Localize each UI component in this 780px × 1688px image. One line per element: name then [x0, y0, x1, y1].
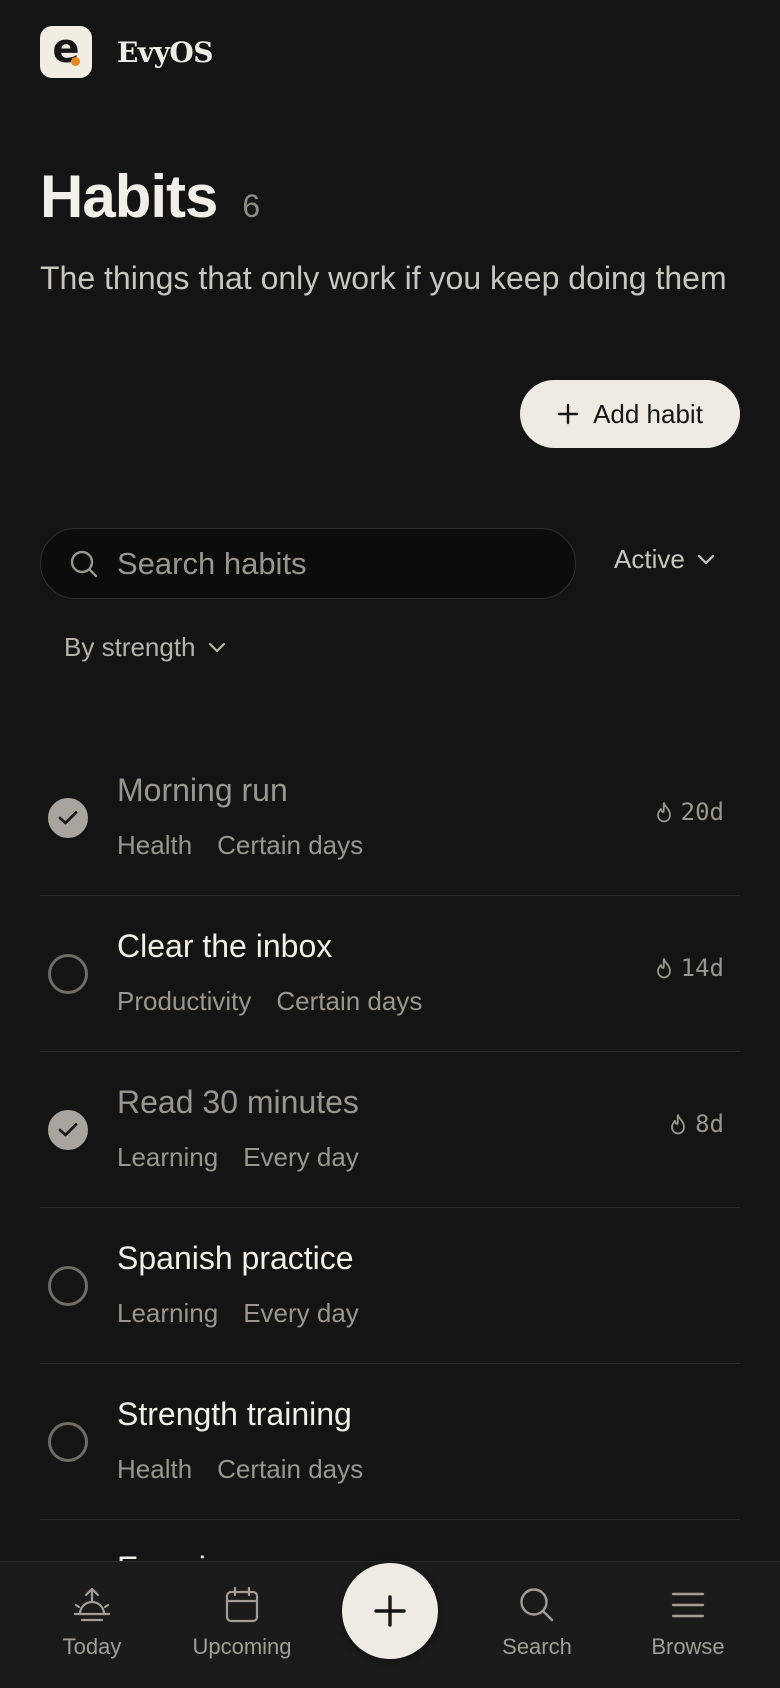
habit-checkbox[interactable] [48, 798, 88, 838]
status-filter-label: Active [614, 544, 685, 574]
search-icon [70, 550, 98, 577]
flame-icon [656, 958, 671, 979]
add-fab-button[interactable] [342, 1563, 438, 1659]
nav-item-today[interactable]: Today [22, 1586, 162, 1660]
habit-checkbox[interactable] [48, 1266, 88, 1306]
logo-dot [71, 57, 80, 66]
habit-streak: 20d [655, 798, 724, 826]
nav-item-browse[interactable]: Browse [618, 1586, 758, 1660]
habit-row[interactable]: Morning run Health Certain days 20d [40, 740, 740, 896]
habit-schedule: Every day [243, 1142, 359, 1172]
nav-label: Search [502, 1634, 572, 1659]
search-icon [520, 1588, 554, 1622]
page-subtitle: The things that only work if you keep do… [40, 260, 727, 296]
habit-streak: 8d [669, 1110, 724, 1138]
habit-checkbox[interactable] [48, 1422, 88, 1462]
app-logo[interactable]: e [40, 26, 92, 78]
habit-name: Morning run [117, 772, 288, 808]
streak-value: 14d [680, 954, 724, 982]
sort-label: By strength [64, 632, 196, 662]
habit-count: 6 [242, 188, 261, 224]
habit-row[interactable]: Strength training Health Certain days [40, 1364, 740, 1520]
sunrise-icon [73, 1587, 111, 1622]
habit-name: Read 30 minutes [117, 1084, 359, 1120]
status-filter-dropdown[interactable]: Active [614, 544, 715, 575]
chevron-down-icon [697, 554, 714, 564]
habit-checkbox[interactable] [48, 954, 88, 994]
streak-value: 8d [695, 1110, 724, 1138]
habit-category: Learning [117, 1298, 219, 1328]
habit-name: Clear the inbox [117, 928, 333, 964]
habit-schedule: Certain days [276, 986, 423, 1016]
nav-label: Browse [651, 1634, 725, 1659]
nav-item-search[interactable]: Search [467, 1586, 607, 1660]
sort-dropdown[interactable]: By strength [64, 632, 226, 663]
search-input[interactable] [117, 545, 537, 582]
title-row: Habits 6 [40, 162, 260, 231]
flame-icon [671, 1114, 685, 1135]
search-box [40, 528, 576, 599]
habit-category: Health [117, 1454, 193, 1484]
page-title: Habits [40, 163, 218, 230]
app-name: EvyOS [117, 35, 214, 69]
habit-tags: Learning Every day [117, 1298, 359, 1329]
streak-value: 20d [680, 798, 724, 826]
habit-category: Health [117, 830, 193, 860]
flame-icon [656, 802, 671, 823]
app-header: e EvyOS [40, 26, 214, 78]
habit-schedule: Certain days [217, 830, 364, 860]
nav-label: Today [62, 1634, 122, 1659]
add-habit-button[interactable]: Add habit [520, 380, 740, 448]
nav-item-upcoming[interactable]: Upcoming [172, 1586, 312, 1660]
habit-category: Learning [117, 1142, 219, 1172]
habit-row[interactable]: Clear the inbox Productivity Certain day… [40, 896, 740, 1052]
chevron-down-icon [208, 642, 225, 652]
plus-icon [557, 403, 579, 425]
habit-category: Productivity [117, 986, 252, 1016]
habit-checkbox[interactable] [48, 1110, 88, 1150]
calendar-icon [225, 1586, 259, 1623]
checkmark-icon [58, 811, 78, 825]
plus-icon [374, 1595, 406, 1627]
habit-schedule: Every day [243, 1298, 359, 1328]
habits-page: e EvyOS Habits 6 The things that only wo… [0, 0, 780, 1688]
habit-tags: Learning Every day [117, 1142, 359, 1173]
menu-icon [671, 1592, 705, 1618]
add-habit-label: Add habit [593, 398, 703, 429]
habit-name: Strength training [117, 1396, 352, 1432]
habit-tags: Health Certain days [117, 830, 363, 861]
nav-label: Upcoming [192, 1634, 292, 1659]
checkmark-icon [58, 1123, 78, 1137]
habit-row[interactable]: Read 30 minutes Learning Every day 8d [40, 1052, 740, 1208]
habit-tags: Productivity Certain days [117, 986, 422, 1017]
habit-tags: Health Certain days [117, 1454, 363, 1485]
habit-row[interactable]: Spanish practice Learning Every day [40, 1208, 740, 1364]
habit-streak: 14d [655, 954, 724, 982]
habit-schedule: Certain days [217, 1454, 364, 1484]
habit-name: Spanish practice [117, 1240, 354, 1276]
habit-list: Morning run Health Certain days 20d Clea… [40, 740, 740, 1586]
